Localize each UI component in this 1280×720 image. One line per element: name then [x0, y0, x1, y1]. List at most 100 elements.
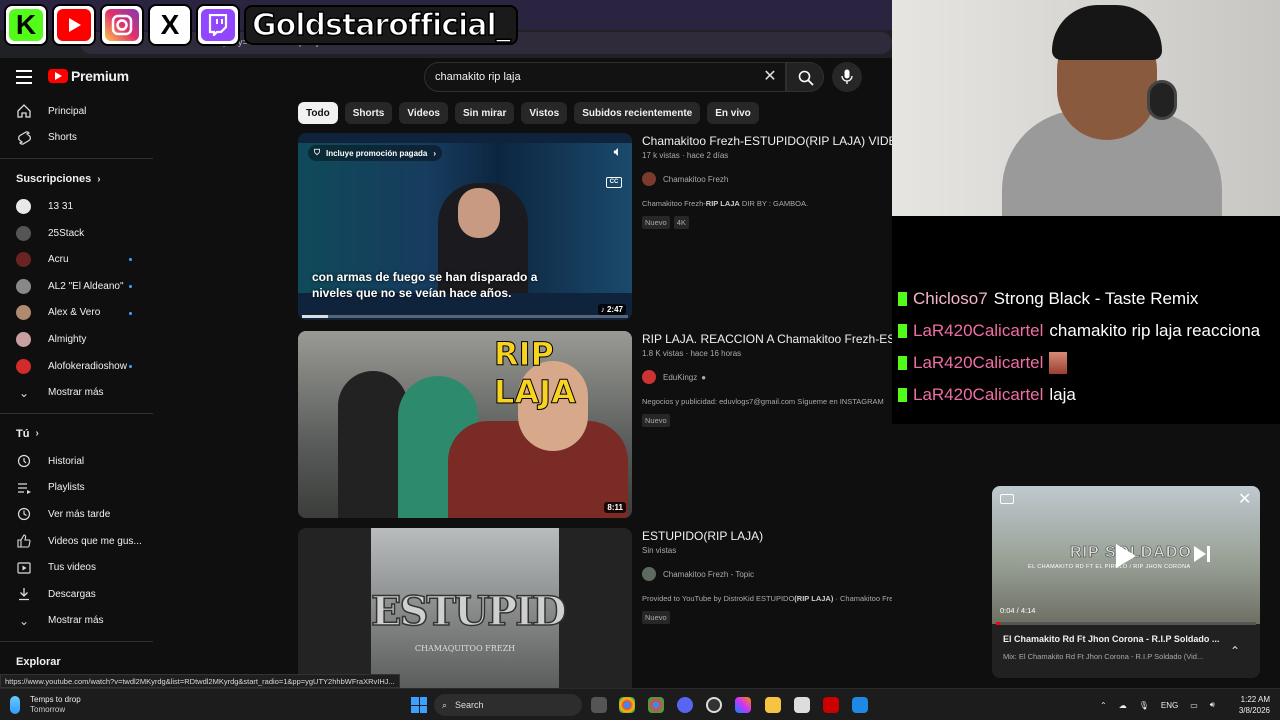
status-badge: Nuevo: [642, 216, 670, 229]
sidebar-subscription[interactable]: 13 31: [0, 193, 153, 220]
volume-icon[interactable]: 🔈︎: [614, 143, 622, 160]
video-result[interactable]: ESTUPID CHAMAQUITOO FREZH ESTUPIDO(RIP L…: [298, 528, 892, 688]
chip-sin-mirar[interactable]: Sin mirar: [454, 102, 515, 124]
subscription-label: 13 31: [48, 200, 74, 212]
duration-badge: ♪ 2:47: [597, 304, 626, 315]
chevron-right-icon: ›: [35, 428, 39, 440]
sidebar-item-principal[interactable]: Principal: [0, 98, 153, 125]
youtube-logo[interactable]: Premium: [48, 68, 129, 84]
subscriptions-list: 13 31 25Stack Acru AL2 "El Aldeano" Alex & V…: [0, 193, 153, 379]
search-input[interactable]: chamakito rip laja: [424, 62, 786, 92]
voice-search-button[interactable]: [832, 62, 862, 92]
status-badge: Nuevo: [642, 611, 670, 624]
chip-todo[interactable]: Todo: [298, 102, 338, 124]
chip-shorts[interactable]: Shorts: [344, 102, 393, 124]
sidebar-subscription[interactable]: Alofokeradioshow: [0, 353, 153, 380]
sidebar-item-label: Playlists: [48, 482, 85, 494]
store-icon[interactable]: [794, 697, 810, 713]
sidebar-subscription[interactable]: Almighty: [0, 326, 153, 353]
network-icon[interactable]: ▭: [1190, 701, 1198, 710]
weather-widget[interactable]: Temps to drop Tomorrow: [10, 695, 81, 715]
taskbar-search[interactable]: ⌕ Search: [434, 694, 582, 716]
chat-text: chamakito rip laja reacciona: [1049, 321, 1261, 340]
paid-promotion-label[interactable]: ⛉ Incluye promoción pagada ›: [308, 145, 443, 161]
sidebar-subscription[interactable]: Alex & Vero: [0, 300, 153, 327]
video-result[interactable]: ⛉ Incluye promoción pagada › 🔈︎ CC con arm…: [298, 133, 892, 320]
preview-progress-bar[interactable]: [302, 315, 628, 318]
you-header[interactable]: Tú ›: [0, 420, 153, 448]
sidebar-item-liked-videos[interactable]: Videos que me gus...: [0, 528, 153, 555]
new-content-dot: [129, 258, 132, 262]
video-thumbnail[interactable]: RIP LAJA 8:11: [298, 331, 632, 518]
chevron-down-icon: ⌄: [18, 385, 30, 400]
channel-row[interactable]: EduKingz ●: [642, 370, 892, 384]
mini-player[interactable]: RIP SOLDADO EL CHAMAKITO RD FT EL PIRULO…: [992, 486, 1260, 678]
sidebar-item-label: Ver más tarde: [48, 508, 111, 520]
play-icon[interactable]: [1116, 544, 1136, 568]
start-button[interactable]: [411, 697, 427, 713]
show-more-subscriptions[interactable]: ⌄ Mostrar más: [0, 379, 153, 406]
chip-subidos-recientemente[interactable]: Subidos recientemente: [574, 102, 701, 124]
speaker-icon[interactable]: 🔊︎: [1210, 700, 1215, 710]
discord-icon[interactable]: [677, 697, 693, 713]
show-more-label: Mostrar más: [48, 615, 104, 627]
mcafee-icon[interactable]: [823, 697, 839, 713]
divider: [0, 158, 153, 160]
video-title[interactable]: ESTUPIDO(RIP LAJA): [642, 528, 892, 544]
social-overlay: K X Goldstarofficial_: [4, 4, 518, 46]
video-thumbnail[interactable]: ⛉ Incluye promoción pagada › 🔈︎ CC con arm…: [298, 133, 632, 320]
youtube-play-icon: [48, 69, 68, 83]
home-icon: [16, 103, 32, 119]
instagram-icon: [100, 4, 144, 46]
channel-row[interactable]: Chamakitoo Frezh - Topic: [642, 567, 892, 581]
subscriptions-header[interactable]: Suscripciones ›: [0, 165, 153, 193]
chrome-profile-icon[interactable]: [648, 697, 664, 713]
avatar: [16, 225, 31, 241]
file-explorer-icon[interactable]: [765, 697, 781, 713]
video-thumbnail[interactable]: ESTUPID CHAMAQUITOO FREZH: [298, 528, 632, 688]
chip-videos[interactable]: Videos: [399, 102, 448, 124]
task-view-icon[interactable]: [591, 697, 607, 713]
microphone-icon[interactable]: 🎙︎: [1139, 701, 1149, 710]
sidebar-subscription[interactable]: 25Stack: [0, 220, 153, 247]
next-icon[interactable]: [1194, 546, 1206, 562]
clear-search-icon[interactable]: ✕: [760, 67, 780, 87]
outlook-icon[interactable]: [852, 697, 868, 713]
channel-row[interactable]: Chamakitoo Frezh: [642, 172, 892, 186]
chip-en-vivo[interactable]: En vivo: [707, 102, 759, 124]
playlists-icon: [16, 480, 32, 496]
close-icon[interactable]: ✕: [1238, 489, 1251, 509]
onedrive-icon[interactable]: ☁: [1119, 701, 1127, 710]
language-indicator[interactable]: ENG: [1161, 701, 1178, 710]
sidebar-item-shorts[interactable]: Shorts: [0, 125, 153, 152]
chevron-down-icon: ⌄: [18, 613, 30, 628]
obs-icon[interactable]: [706, 697, 722, 713]
show-more-you[interactable]: ⌄ Mostrar más: [0, 608, 153, 635]
chevron-up-icon[interactable]: ⌃: [1100, 701, 1107, 710]
video-description: Chamakitoo Frezh-RIP LAJA DIR BY : GAMBO…: [642, 199, 809, 208]
expand-icon[interactable]: [1000, 494, 1014, 504]
chrome-icon[interactable]: [619, 697, 635, 713]
closed-captions-icon[interactable]: CC: [606, 177, 622, 188]
video-title[interactable]: RIP LAJA. REACCION A Chamakitoo Frezh-ES…: [642, 331, 892, 347]
menu-icon[interactable]: [16, 70, 32, 84]
clock[interactable]: 1:22 AM 3/8/2026: [1232, 694, 1270, 716]
sidebar-item-watch-later[interactable]: Ver más tarde: [0, 501, 153, 528]
video-result[interactable]: RIP LAJA 8:11 RIP LAJA. REACCION A Chama…: [298, 331, 892, 518]
search-icon: ⌕: [442, 699, 448, 710]
mini-player-title[interactable]: El Chamakito Rd Ft Jhon Corona - R.I.P S…: [1003, 634, 1219, 644]
caption-text: con armas de fuego se han disparado a niv…: [312, 270, 538, 300]
copilot-icon[interactable]: [735, 697, 751, 713]
sidebar-subscription[interactable]: Acru: [0, 246, 153, 273]
video-title[interactable]: Chamakitoo Frezh-ESTUPIDO(RIP LAJA) VIDE…: [642, 133, 892, 149]
emote-icon: [1049, 352, 1068, 374]
chevron-up-icon[interactable]: ⌃: [1230, 644, 1240, 658]
chip-vistos[interactable]: Vistos: [521, 102, 568, 124]
sidebar-item-playlists[interactable]: Playlists: [0, 475, 153, 502]
sidebar-item-historial[interactable]: Historial: [0, 448, 153, 475]
sidebar-item-downloads[interactable]: Descargas: [0, 581, 153, 608]
playback-progress-bar[interactable]: [996, 622, 1256, 625]
sidebar-subscription[interactable]: AL2 "El Aldeano": [0, 273, 153, 300]
search-button[interactable]: [786, 62, 824, 92]
sidebar-item-your-videos[interactable]: Tus videos: [0, 554, 153, 581]
